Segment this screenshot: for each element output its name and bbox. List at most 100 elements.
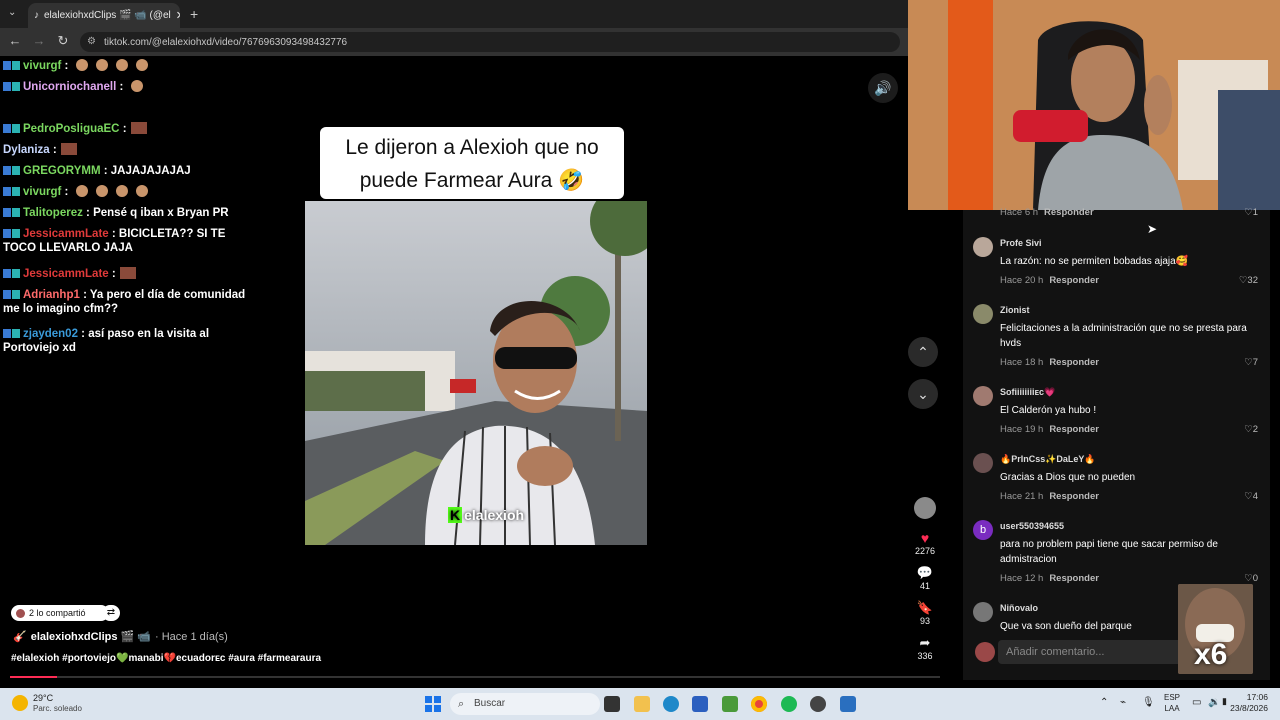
add-comment-input[interactable]: Añadir comentario... <box>998 640 1188 664</box>
microphone-icon[interactable]: 🎙 <box>1142 697 1155 708</box>
commenter-avatar[interactable] <box>973 386 993 406</box>
edge-icon[interactable] <box>663 696 679 712</box>
commenter-name[interactable]: user550394655 <box>1000 521 1064 531</box>
weather-desc[interactable]: Parc. soleado <box>33 704 82 713</box>
tab-search-chevron-icon[interactable]: ⌄ <box>8 7 16 18</box>
previous-video-button[interactable]: ⌃ <box>908 337 938 367</box>
save-button[interactable]: 🔖 93 <box>904 600 946 626</box>
reply-button[interactable]: Responder <box>1044 207 1094 218</box>
chat-username[interactable]: GREGORYMM <box>23 165 101 177</box>
hashtags[interactable]: #elalexioh #portoviejo💚manabi💔ecuadorᴇᴄ … <box>11 653 321 664</box>
spotify-icon[interactable] <box>781 696 797 712</box>
store-icon[interactable] <box>692 696 708 712</box>
meme-multiplier-text: x6 <box>1194 638 1228 671</box>
site-info-icon[interactable]: ⚙ <box>87 36 96 47</box>
like-button[interactable]: ♥ 2276 <box>904 530 946 556</box>
chat-text: : <box>116 81 124 93</box>
reply-button[interactable]: Responder <box>1049 573 1099 584</box>
comment-text: Gracias a Dios que no pueden <box>1000 472 1136 483</box>
progress-fill <box>10 676 57 678</box>
chat-username[interactable]: JessicammLate <box>23 228 109 240</box>
obs-icon[interactable] <box>810 696 826 712</box>
minecraft-icon[interactable] <box>722 696 738 712</box>
comment-like-button[interactable]: ♡2 <box>1244 424 1258 435</box>
chat-emote-icon <box>136 59 149 71</box>
chat-username[interactable]: zjayden02 <box>23 328 78 340</box>
comment-button[interactable]: 💬 41 <box>904 565 946 591</box>
taskbar-search-box[interactable]: ⌕ Buscar <box>450 693 600 715</box>
chat-text: : <box>49 144 57 156</box>
subscriber-badge-icon <box>3 290 11 299</box>
subscriber-badge-icon <box>3 166 11 175</box>
commenter-avatar[interactable] <box>973 237 993 257</box>
clock[interactable]: 17:06 23/8/2026 <box>1230 692 1268 714</box>
chat-username[interactable]: Unicorniochanell <box>23 81 116 93</box>
browser-tab[interactable]: ♪ elalexiohxdClips 🎬 📹 (@el ✕ <box>28 3 180 28</box>
like-count: 2276 <box>914 546 936 556</box>
caption-line-2: puede Farmear Aura 🤣 <box>359 169 585 192</box>
reload-icon[interactable]: ↻ <box>55 33 71 49</box>
shared-by-text: 2 lo compartió <box>29 608 86 618</box>
address-bar[interactable]: tiktok.com/@elalexiohxd/video/7676963093… <box>80 32 900 52</box>
chat-message: Adrianhp1 : Ya pero el día de comunidad … <box>3 288 258 316</box>
language-indicator[interactable]: ESP LAA <box>1164 692 1180 714</box>
new-tab-icon[interactable]: + <box>190 6 198 22</box>
author-name[interactable]: elalexiohxdClips 🎬 📹 <box>31 630 151 643</box>
weather-temp[interactable]: 29°C <box>33 693 53 703</box>
heart-icon: ♥ <box>920 530 930 546</box>
mouse-cursor-icon: ➤ <box>1147 222 1158 236</box>
creator-avatar[interactable] <box>914 497 936 519</box>
reply-button[interactable]: Responder <box>1049 357 1099 368</box>
chrome-icon[interactable] <box>751 696 767 712</box>
windows-taskbar: 29°C Parc. soleado ⌕ Buscar ⌃ ⌁ 🎙 ESP LA… <box>0 688 1280 720</box>
repost-icon[interactable]: ⇄ <box>102 605 120 621</box>
chat-username[interactable]: Dylaniza <box>3 144 50 156</box>
volume-icon[interactable]: 🔊 <box>868 73 898 103</box>
display-icon[interactable]: ▭ <box>1192 697 1201 708</box>
windows-start-icon[interactable] <box>425 696 441 712</box>
back-arrow-icon[interactable]: ← <box>7 33 23 49</box>
comment-like-button[interactable]: ♡7 <box>1244 357 1258 368</box>
commenter-name[interactable]: Zionist <box>1000 305 1030 315</box>
reply-button[interactable]: Responder <box>1049 491 1099 502</box>
chat-username[interactable]: vivurgf <box>23 186 61 198</box>
commenter-avatar[interactable]: b <box>973 520 993 540</box>
comment-like-button[interactable]: ♡1 <box>1244 207 1258 218</box>
reply-button[interactable]: Responder <box>1049 275 1099 286</box>
chat-username[interactable]: Talitoperez <box>23 207 83 219</box>
next-video-button[interactable]: ⌄ <box>908 379 938 409</box>
comment-like-button[interactable]: ♡4 <box>1244 491 1258 502</box>
chat-username[interactable]: JessicammLate <box>23 268 109 280</box>
task-view-icon[interactable] <box>604 696 620 712</box>
battery-icon[interactable]: ▮ <box>1222 696 1227 707</box>
chat-message: Dylaniza : <box>3 143 258 157</box>
chat-username[interactable]: PedroPosliguaEC <box>23 123 120 135</box>
chat-username[interactable]: Adrianhp1 <box>23 289 80 301</box>
commenter-name[interactable]: 🔥PrInCss✨DaLeY🔥 <box>1000 454 1096 465</box>
commenter-name[interactable]: Niñovalo <box>1000 603 1038 613</box>
tray-chevron-icon[interactable]: ⌃ <box>1100 697 1108 708</box>
commenter-avatar[interactable] <box>973 602 993 622</box>
volume-tray-icon[interactable]: 🔉 <box>1208 697 1220 708</box>
heart-outline-icon: ♡ <box>1244 573 1253 584</box>
reply-button[interactable]: Responder <box>1049 424 1099 435</box>
commenter-name[interactable]: Sofiiiiiiiiᴇᴄ💗 <box>1000 387 1055 398</box>
progress-track[interactable] <box>10 676 940 678</box>
share-button[interactable]: ➦ 336 <box>904 635 946 661</box>
comment-like-button[interactable]: ♡32 <box>1239 275 1258 286</box>
video-player[interactable] <box>305 201 647 545</box>
chat-text: : <box>61 60 69 72</box>
chat-username[interactable]: vivurgf <box>23 60 61 72</box>
commenter-avatar[interactable] <box>973 453 993 473</box>
shared-by-chip[interactable]: 2 lo compartió <box>11 605 109 621</box>
chat-text: : JAJAJAJAJAJ <box>100 165 191 177</box>
tab-close-icon[interactable]: ✕ <box>176 9 180 22</box>
forward-arrow-icon[interactable]: → <box>31 33 47 49</box>
heart-outline-icon: ♡ <box>1244 207 1253 218</box>
commenter-avatar[interactable] <box>973 304 993 324</box>
notepad-icon[interactable] <box>840 696 856 712</box>
commenter-name[interactable]: Profe Sivi <box>1000 238 1042 248</box>
comment-like-button[interactable]: ♡0 <box>1244 573 1258 584</box>
file-explorer-icon[interactable] <box>634 696 650 712</box>
network-icon[interactable]: ⌁ <box>1120 697 1126 708</box>
